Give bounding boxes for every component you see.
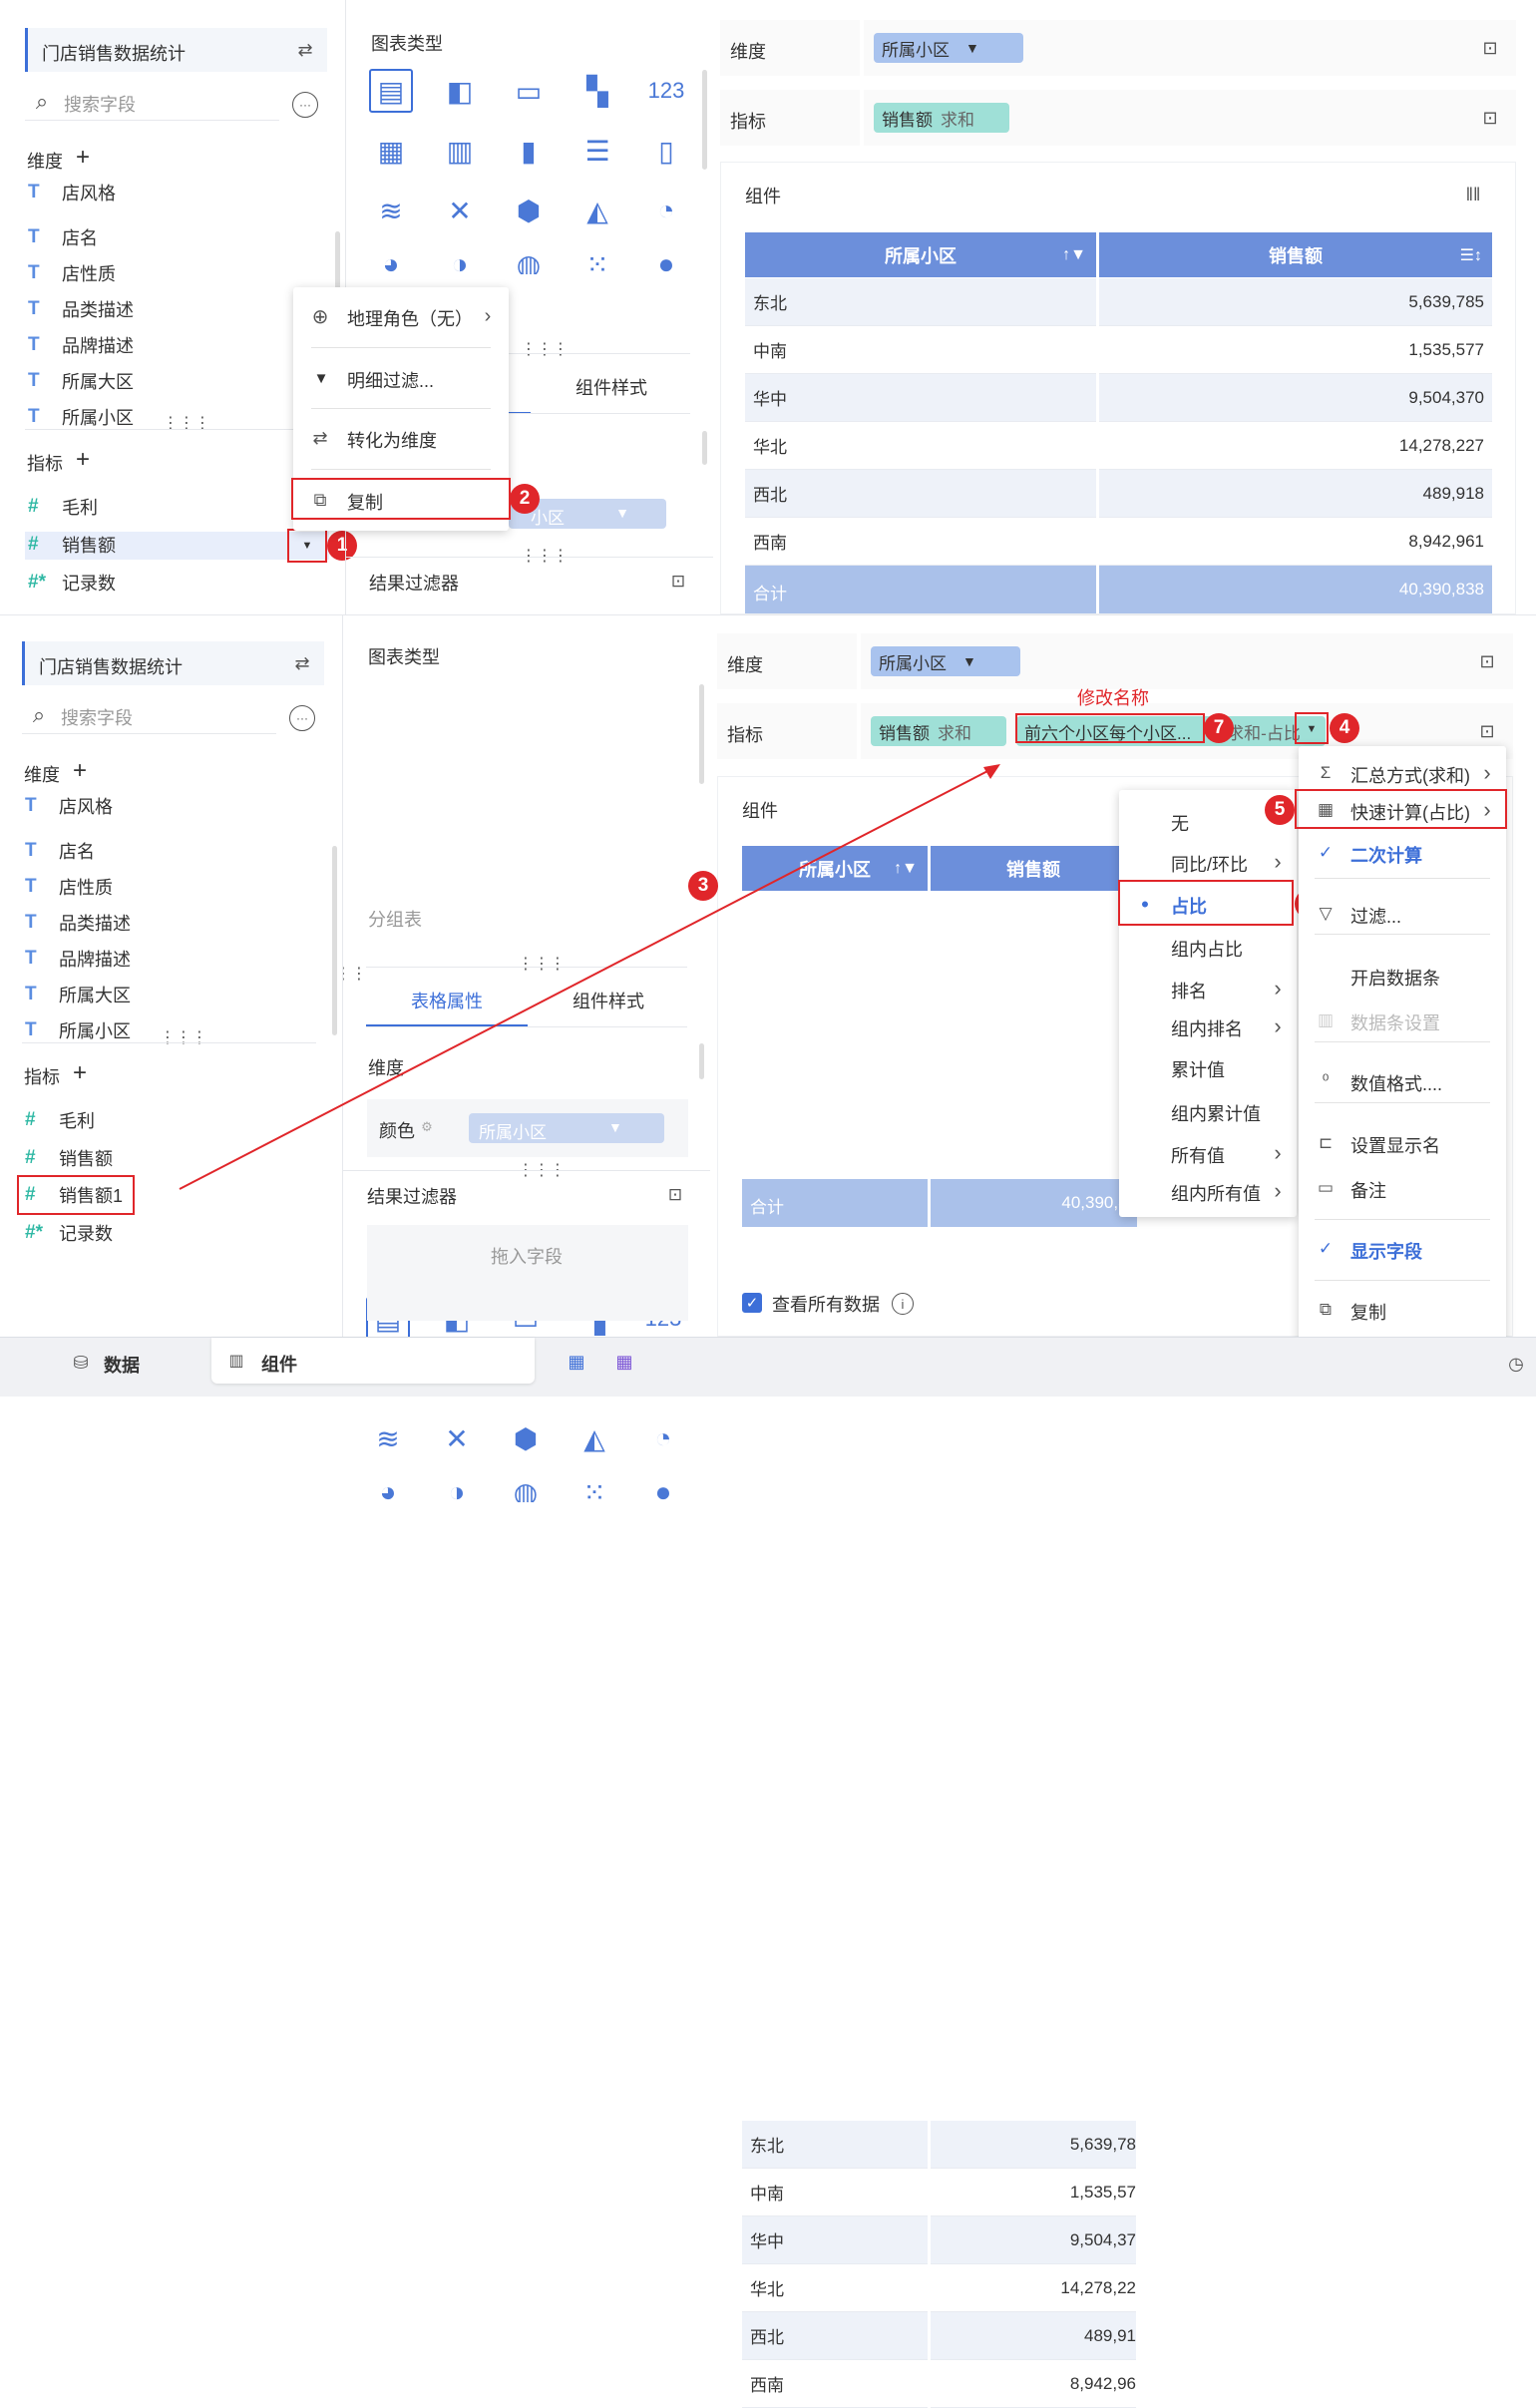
tab-component-label: 组件 [261, 1355, 297, 1375]
chart-type-radar-icon[interactable]: ✕ [435, 1416, 479, 1460]
chart-type-dashboard-icon[interactable]: ◍ [504, 1476, 548, 1502]
table-cell-region: 东北 [742, 2121, 928, 2169]
add-chart-icon[interactable]: ▦ [565, 1350, 588, 1374]
table-cell-value: 1,535,57 [931, 2169, 1136, 2216]
tab-data[interactable]: 数据 [104, 1352, 140, 1378]
clock-icon[interactable]: ◷ [1504, 1352, 1528, 1376]
chart-type-hexagon-icon[interactable]: ⬢ [504, 1416, 548, 1460]
chart-type-rose-icon[interactable]: ◑ [435, 1476, 479, 1502]
table-cell-value: 489,91 [931, 2312, 1136, 2360]
table-cell-value: 8,942,96 [931, 2360, 1136, 2408]
table-cell-region: 华北 [742, 2264, 928, 2312]
table-cell-region: 中南 [742, 2169, 928, 2216]
table-cell-region: 西南 [742, 2360, 928, 2408]
chart-type-area-icon[interactable]: ◭ [573, 1416, 616, 1460]
add-table-icon[interactable]: ▦ [612, 1350, 636, 1374]
chart-type-gauge-icon[interactable]: ◔ [641, 1416, 685, 1460]
chart-type-line-icon[interactable]: ≋ [366, 1416, 410, 1460]
table-cell-value: 5,639,78 [931, 2121, 1136, 2169]
tab-component[interactable]: ▥ 组件 [211, 1338, 535, 1384]
table-cell-value: 14,278,22 [931, 2264, 1136, 2312]
table-cell-region: 西北 [742, 2312, 928, 2360]
table-cell-region: 华中 [742, 2216, 928, 2264]
chart-type-bubble-icon[interactable]: ● [641, 1476, 685, 1502]
chart-type-scatter-icon[interactable]: ⁙ [573, 1476, 616, 1502]
chart-type-pie-icon[interactable]: ◕ [366, 1476, 410, 1502]
annotation-arrow [179, 764, 1000, 1190]
bottom-tab-bar: ⛁ 数据 ▥ 组件 ▦ ▦ ◷ [0, 1337, 1536, 1397]
chart-icon: ▥ [228, 1353, 244, 1370]
database-icon: ⛁ [73, 1352, 89, 1373]
table-cell-value: 9,504,37 [931, 2216, 1136, 2264]
